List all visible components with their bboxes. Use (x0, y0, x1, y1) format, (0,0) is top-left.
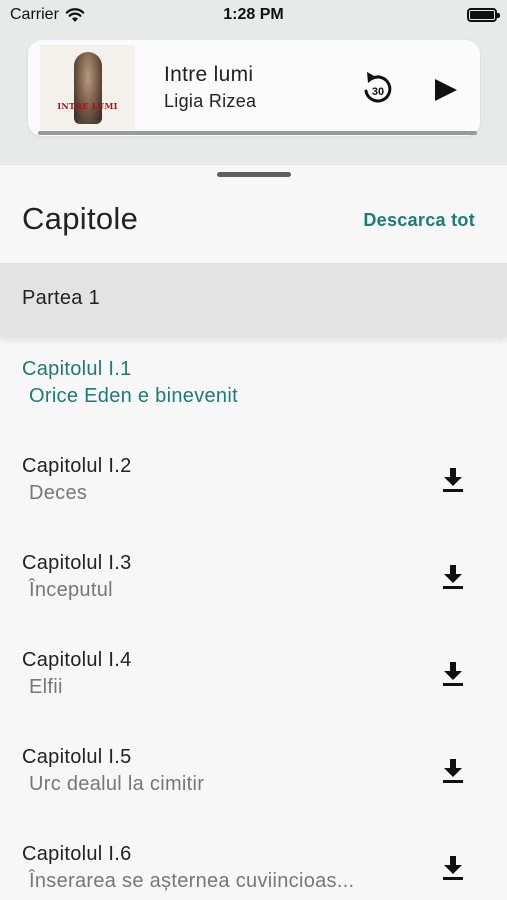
chapter-item[interactable]: Capitolul I.3 Începutul (0, 552, 507, 642)
battery-icon (467, 8, 500, 22)
download-all-button[interactable]: Descarca tot (363, 210, 475, 231)
chapter-subtitle: Deces (29, 482, 88, 504)
cover-figure-illustration (73, 51, 102, 124)
part-label: Partea 1 (22, 287, 101, 309)
playback-progress-bar[interactable] (38, 131, 477, 135)
download-icon[interactable] (441, 758, 465, 784)
chapter-item[interactable]: Capitolul I.4 Elfii (0, 649, 507, 739)
chapter-title: Capitolul I.2 (22, 455, 132, 477)
book-author: Ligia Rizea (164, 91, 257, 111)
download-icon[interactable] (441, 855, 465, 881)
download-icon[interactable] (441, 467, 465, 493)
chapter-title: Capitolul I.4 (22, 649, 132, 671)
chapter-item[interactable]: Capitolul I.6 Înserarea se așternea cuvi… (0, 843, 507, 900)
mini-player[interactable]: INTRE LUMI Ligia Rizea Intre lumi Ligia … (28, 40, 480, 136)
chapter-subtitle: Înserarea se așternea cuviincioas... (29, 870, 355, 892)
chapter-title: Capitolul I.6 (22, 843, 132, 865)
status-bar: Carrier 1:28 PM (0, 0, 507, 32)
chapter-item[interactable]: Capitolul I.2 Deces (0, 455, 507, 545)
cover-author: Ligia Rizea (75, 119, 100, 125)
download-icon[interactable] (441, 564, 465, 590)
chapter-item[interactable]: Capitolul I.1 Orice Eden e binevenit (0, 358, 507, 448)
status-time: 1:28 PM (223, 6, 284, 23)
part-header[interactable]: Partea 1 (0, 263, 507, 337)
cover-title: INTRE LUMI (57, 101, 118, 111)
chapters-title: Capitole (22, 201, 139, 236)
book-title: Intre lumi (164, 63, 254, 86)
chapter-subtitle: Începutul (29, 579, 113, 601)
chapter-item[interactable]: Capitolul I.5 Urc dealul la cimitir (0, 746, 507, 836)
chapter-title: Capitolul I.5 (22, 746, 132, 768)
chapter-subtitle: Urc dealul la cimitir (29, 773, 205, 795)
chapter-subtitle: Elfii (29, 676, 63, 698)
chapter-title: Capitolul I.3 (22, 552, 132, 574)
chapter-subtitle: Orice Eden e binevenit (29, 385, 238, 407)
sheet-drag-handle[interactable] (217, 172, 291, 177)
chapter-title: Capitolul I.1 (22, 358, 132, 380)
download-icon[interactable] (441, 661, 465, 687)
play-icon[interactable] (430, 76, 460, 104)
rewind-30-icon[interactable]: 30 (358, 67, 398, 107)
book-cover-image[interactable]: INTRE LUMI Ligia Rizea (40, 45, 135, 130)
rewind-seconds: 30 (372, 86, 384, 98)
